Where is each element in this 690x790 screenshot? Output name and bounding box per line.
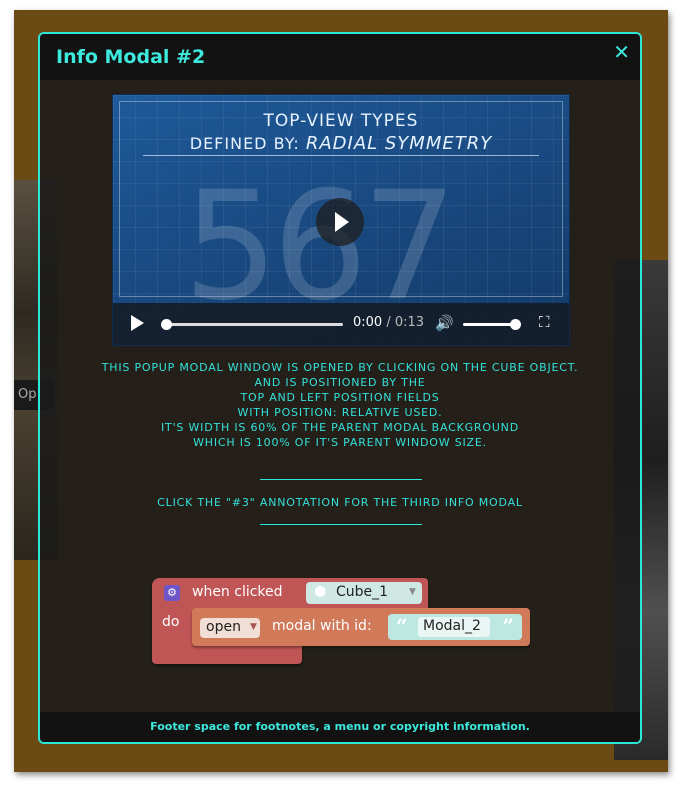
string-block[interactable]: “ Modal_2 ” — [388, 614, 522, 640]
divider-bottom — [260, 524, 422, 525]
video-title-rule — [143, 155, 539, 156]
gear-icon[interactable]: ⚙ — [164, 585, 180, 601]
object-dropdown[interactable]: ⬢ Cube_1 ▼ — [306, 582, 422, 604]
do-label: do — [162, 614, 180, 630]
info-modal: Info Modal #2 ✕ TOP-VIEW TYPES DEFINED B… — [38, 32, 642, 744]
chevron-down-icon: ▼ — [409, 587, 416, 597]
progress-bar[interactable] — [161, 319, 343, 330]
chevron-down-icon: ▼ — [250, 622, 257, 632]
event-label: when clicked — [192, 584, 283, 600]
duration: 0:13 — [394, 315, 425, 330]
video-title-prefix: DEFINED BY: — [189, 134, 300, 153]
current-time: 0:00 — [353, 315, 383, 330]
modal-body-text: This popup modal window is opened by cli… — [40, 360, 640, 450]
modal-title: Info Modal #2 — [56, 46, 206, 68]
action-dropdown[interactable]: open ▼ — [200, 618, 260, 638]
footer-text: Footer space for footnotes, a menu or co… — [150, 720, 530, 733]
volume-knob[interactable] — [510, 319, 521, 330]
object-dropdown-value: Cube_1 — [336, 584, 389, 600]
fullscreen-icon[interactable]: ⛶ — [539, 313, 550, 331]
quote-open-icon: “ — [396, 614, 408, 638]
video-title-emphasis: RADIAL SYMMETRY — [305, 133, 493, 154]
body-line: and is positioned by the — [254, 376, 426, 389]
video-player[interactable]: TOP-VIEW TYPES DEFINED BY: RADIAL SYMMET… — [112, 94, 570, 346]
modal-id-field[interactable]: Modal_2 — [418, 617, 490, 637]
action-dropdown-value: open — [206, 619, 241, 635]
play-overlay-button[interactable] — [316, 198, 364, 246]
quote-close-icon: ” — [502, 614, 514, 638]
video-controls: 0:00 / 0:13 🔊 ⛶ — [113, 303, 569, 345]
body-line: which is 100% of it's parent window size… — [193, 436, 487, 449]
body-line: top and left position fields — [240, 391, 440, 404]
progress-knob[interactable] — [161, 319, 172, 330]
video-title-line1: TOP-VIEW TYPES — [263, 111, 419, 131]
action-label: modal with id: — [272, 618, 372, 634]
close-icon[interactable]: ✕ — [613, 40, 630, 64]
time-separator: / — [386, 315, 391, 330]
annotation-note: Click the "#3" annotation for the third … — [157, 496, 523, 509]
divider-top — [260, 479, 422, 480]
time-display: 0:00 / 0:13 — [353, 315, 424, 330]
body-line: It's width is 60% of the parent modal ba… — [161, 421, 519, 434]
volume-slider[interactable] — [463, 319, 521, 330]
body-line: with position: relative used. — [237, 406, 443, 419]
body-line: This popup modal window is opened by cli… — [101, 361, 579, 374]
cube-icon: ⬢ — [314, 584, 327, 600]
modal-footer: Footer space for footnotes, a menu or co… — [40, 712, 640, 742]
play-icon[interactable] — [131, 315, 144, 331]
blockly-command-block[interactable]: open ▼ modal with id: “ Modal_2 ” — [192, 608, 530, 646]
video-title-line2: DEFINED BY: RADIAL SYMMETRY — [113, 133, 569, 154]
modal-id-value: Modal_2 — [423, 618, 481, 634]
blockly-event-header: ⚙ when clicked ⬢ Cube_1 ▼ — [152, 578, 428, 608]
volume-icon[interactable]: 🔊 — [435, 314, 454, 332]
modal-header: Info Modal #2 ✕ — [40, 34, 640, 80]
